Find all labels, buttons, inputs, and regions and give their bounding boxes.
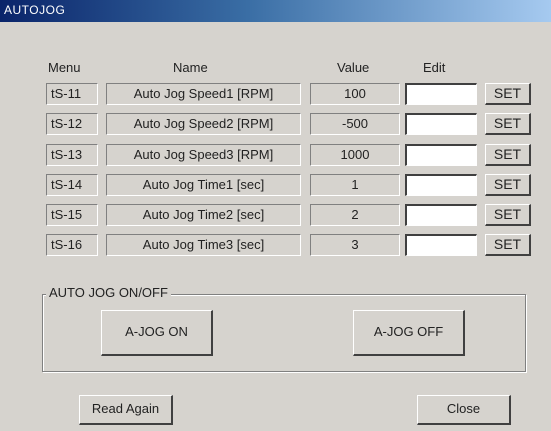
menu-code: tS-14 bbox=[46, 174, 98, 196]
set-button[interactable]: SET bbox=[485, 144, 531, 166]
set-button[interactable]: SET bbox=[485, 113, 531, 135]
parameter-name: Auto Jog Speed2 [RPM] bbox=[106, 113, 301, 135]
close-button[interactable]: Close bbox=[417, 395, 511, 425]
autojog-window: AUTOJOG Menu Name Value Edit tS-11 Auto … bbox=[0, 0, 551, 431]
edit-field[interactable] bbox=[405, 144, 477, 166]
header-value: Value bbox=[337, 60, 370, 75]
read-again-button[interactable]: Read Again bbox=[79, 395, 173, 425]
parameter-value: 100 bbox=[310, 83, 400, 105]
parameter-row: tS-13 Auto Jog Speed3 [RPM] 1000 SET bbox=[0, 144, 551, 168]
parameter-row: tS-15 Auto Jog Time2 [sec] 2 SET bbox=[0, 204, 551, 228]
parameter-name: Auto Jog Time3 [sec] bbox=[106, 234, 301, 256]
groupbox-label: AUTO JOG ON/OFF bbox=[46, 285, 171, 300]
parameter-name: Auto Jog Speed3 [RPM] bbox=[106, 144, 301, 166]
title-bar[interactable]: AUTOJOG bbox=[0, 0, 551, 22]
edit-field[interactable] bbox=[405, 113, 477, 135]
edit-field[interactable] bbox=[405, 83, 477, 105]
parameter-row: tS-11 Auto Jog Speed1 [RPM] 100 SET bbox=[0, 83, 551, 107]
menu-code: tS-11 bbox=[46, 83, 98, 105]
set-button[interactable]: SET bbox=[485, 174, 531, 196]
parameter-value: 1 bbox=[310, 174, 400, 196]
parameter-name: Auto Jog Time1 [sec] bbox=[106, 174, 301, 196]
parameter-row: tS-12 Auto Jog Speed2 [RPM] -500 SET bbox=[0, 113, 551, 137]
parameter-row: tS-16 Auto Jog Time3 [sec] 3 SET bbox=[0, 234, 551, 258]
edit-field[interactable] bbox=[405, 204, 477, 226]
set-button[interactable]: SET bbox=[485, 83, 531, 105]
edit-field[interactable] bbox=[405, 174, 477, 196]
parameter-name: Auto Jog Time2 [sec] bbox=[106, 204, 301, 226]
parameter-name: Auto Jog Speed1 [RPM] bbox=[106, 83, 301, 105]
ajog-off-button[interactable]: A-JOG OFF bbox=[353, 310, 465, 356]
set-button[interactable]: SET bbox=[485, 204, 531, 226]
menu-code: tS-16 bbox=[46, 234, 98, 256]
ajog-on-button[interactable]: A-JOG ON bbox=[101, 310, 213, 356]
parameter-row: tS-14 Auto Jog Time1 [sec] 1 SET bbox=[0, 174, 551, 198]
parameter-value: -500 bbox=[310, 113, 400, 135]
window-title: AUTOJOG bbox=[4, 3, 66, 17]
menu-code: tS-15 bbox=[46, 204, 98, 226]
edit-field[interactable] bbox=[405, 234, 477, 256]
header-edit: Edit bbox=[423, 60, 446, 75]
parameter-value: 2 bbox=[310, 204, 400, 226]
menu-code: tS-12 bbox=[46, 113, 98, 135]
set-button[interactable]: SET bbox=[485, 234, 531, 256]
header-name: Name bbox=[173, 60, 208, 75]
header-menu: Menu bbox=[48, 60, 81, 75]
menu-code: tS-13 bbox=[46, 144, 98, 166]
parameter-value: 3 bbox=[310, 234, 400, 256]
parameter-value: 1000 bbox=[310, 144, 400, 166]
